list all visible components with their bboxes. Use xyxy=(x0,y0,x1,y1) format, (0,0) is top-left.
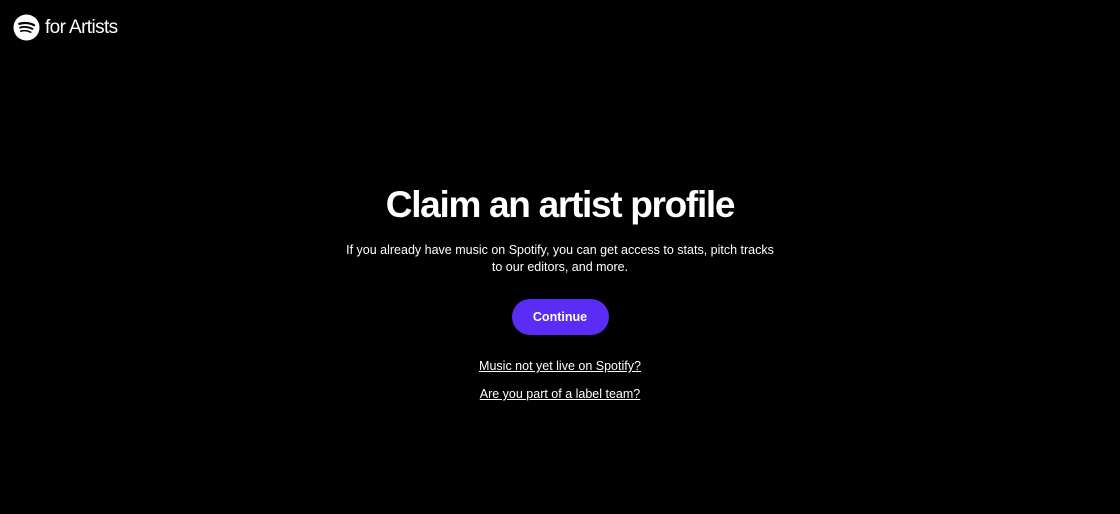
music-not-live-link[interactable]: Music not yet live on Spotify? xyxy=(479,359,641,373)
page-title: Claim an artist profile xyxy=(385,184,736,225)
page: for Artists Claim an artist profile If y… xyxy=(0,0,1120,514)
claim-profile-section: Claim an artist profile If you already h… xyxy=(0,183,1120,401)
continue-button[interactable]: Continue xyxy=(511,299,609,335)
label-team-link[interactable]: Are you part of a label team? xyxy=(480,387,641,401)
page-subtitle: If you already have music on Spotify, yo… xyxy=(346,243,774,274)
spotify-logo-icon xyxy=(13,13,40,41)
brand-text: for Artists xyxy=(45,16,118,38)
spotify-for-artists-home-link[interactable]: for Artists xyxy=(13,13,118,41)
